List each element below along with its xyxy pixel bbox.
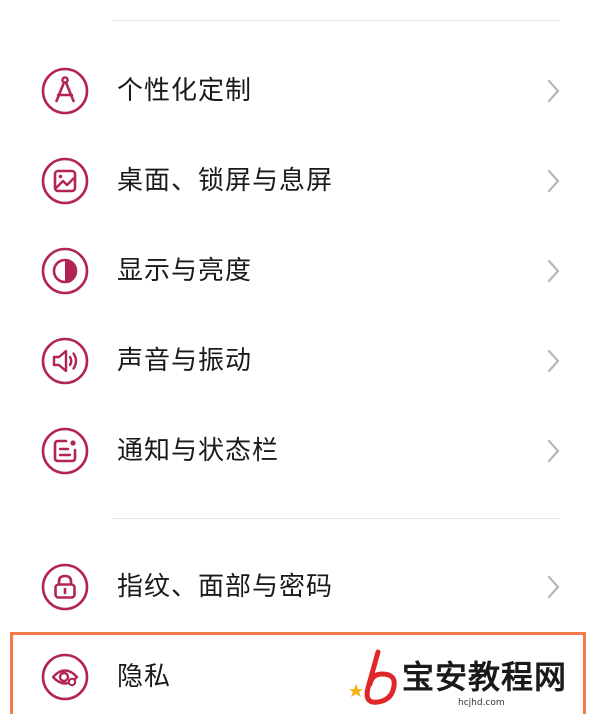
chevron-right-icon bbox=[544, 347, 564, 375]
speaker-icon bbox=[41, 337, 89, 385]
settings-item-label: 声音与振动 bbox=[117, 346, 253, 376]
watermark-url: hcjhd.com bbox=[458, 698, 505, 708]
chevron-right-icon bbox=[544, 257, 564, 285]
chevron-right-icon bbox=[544, 573, 564, 601]
divider-top bbox=[113, 20, 559, 21]
settings-item-personalization[interactable]: 个性化定制 bbox=[0, 46, 596, 136]
chevron-right-icon bbox=[544, 437, 564, 465]
settings-item-desktop-lockscreen[interactable]: 桌面、锁屏与息屏 bbox=[0, 136, 596, 226]
lock-icon bbox=[41, 563, 89, 611]
settings-item-display-brightness[interactable]: 显示与亮度 bbox=[0, 226, 596, 316]
settings-item-label: 指纹、面部与密码 bbox=[117, 572, 334, 602]
divider-section bbox=[113, 518, 559, 519]
settings-item-label: 通知与状态栏 bbox=[117, 436, 280, 466]
settings-item-label: 个性化定制 bbox=[117, 76, 253, 106]
settings-item-label: 显示与亮度 bbox=[117, 256, 253, 286]
chevron-right-icon bbox=[544, 167, 564, 195]
watermark-d-logo-icon bbox=[349, 649, 397, 705]
chevron-right-icon bbox=[544, 77, 564, 105]
wallpaper-icon bbox=[41, 157, 89, 205]
settings-item-label: 桌面、锁屏与息屏 bbox=[117, 166, 334, 196]
settings-item-notification-statusbar[interactable]: 通知与状态栏 bbox=[0, 406, 596, 496]
compass-icon bbox=[41, 67, 89, 115]
settings-screen: 个性化定制 桌面、锁屏与息屏 显示与亮度 声音与振动 通知与状态栏 指纹、面部与… bbox=[0, 0, 596, 714]
settings-item-fingerprint-face-password[interactable]: 指纹、面部与密码 bbox=[0, 542, 596, 632]
notification-icon bbox=[41, 427, 89, 475]
settings-item-sound-vibration[interactable]: 声音与振动 bbox=[0, 316, 596, 406]
watermark-logo: 宝安教程网 hcjhd.com bbox=[348, 648, 588, 712]
watermark-text: 宝安教程网 bbox=[402, 658, 568, 696]
contrast-icon bbox=[41, 247, 89, 295]
